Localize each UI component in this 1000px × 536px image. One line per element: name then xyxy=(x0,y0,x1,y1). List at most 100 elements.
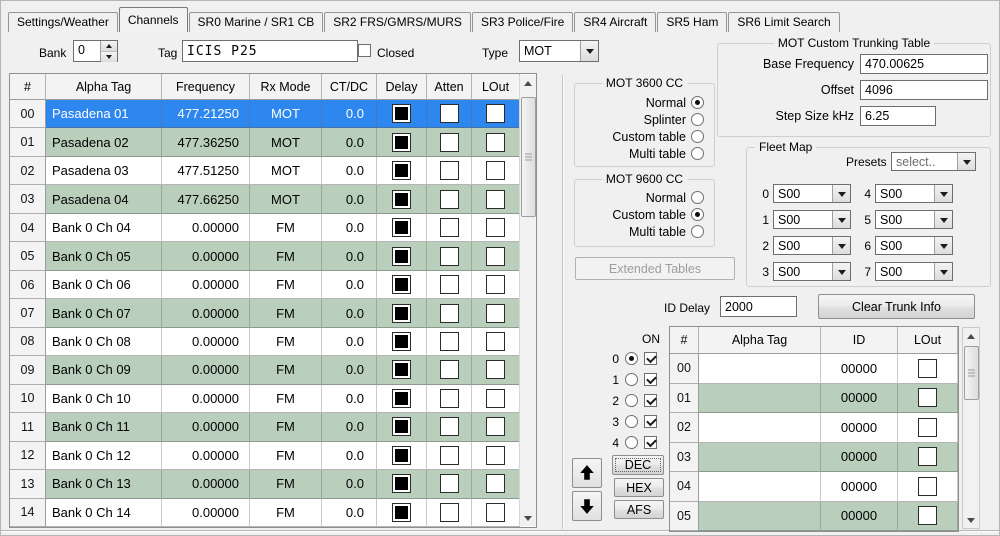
column-header-atten[interactable]: Atten xyxy=(427,74,472,100)
row-number-cell[interactable]: 05 xyxy=(10,242,46,271)
radio-splinter[interactable] xyxy=(691,113,704,126)
presets-dropdown-button[interactable] xyxy=(957,153,975,170)
id-alpha-tag-cell[interactable] xyxy=(699,472,821,502)
radio-normal[interactable] xyxy=(691,96,704,109)
id-row[interactable]: 02 00000 xyxy=(670,413,958,443)
tab-sr0-marine-sr1-cb[interactable]: SR0 Marine / SR1 CB xyxy=(188,12,324,32)
field-input-step-size-khz[interactable] xyxy=(860,106,936,126)
scrollbar-thumb[interactable] xyxy=(964,346,979,400)
radio-option-normal[interactable]: Normal xyxy=(575,94,714,111)
alpha-tag-cell[interactable]: Bank 0 Ch 13 xyxy=(46,470,162,499)
id-value-cell[interactable]: 00000 xyxy=(821,383,898,413)
alpha-tag-cell[interactable]: Bank 0 Ch 04 xyxy=(46,213,162,243)
ctdc-cell[interactable]: 0.0 xyxy=(322,128,377,157)
ctdc-cell[interactable]: 0.0 xyxy=(322,299,377,328)
alpha-tag-cell[interactable]: Bank 0 Ch 05 xyxy=(46,242,162,271)
row-number-cell[interactable]: 05 xyxy=(670,501,699,531)
id-alpha-tag-cell[interactable] xyxy=(699,442,821,472)
channel-row[interactable]: 09 Bank 0 Ch 09 0.00000 FM 0.0 xyxy=(10,356,536,385)
tab-channels[interactable]: Channels xyxy=(118,7,188,32)
fleet-slot-2-dropdown[interactable]: S00 xyxy=(773,236,851,255)
delay-checkbox[interactable] xyxy=(392,445,411,465)
row-number-cell[interactable]: 03 xyxy=(670,442,699,472)
frequency-cell[interactable]: 477.51250 xyxy=(162,156,250,186)
fleet-slot-4-dropdown[interactable]: S00 xyxy=(875,184,953,203)
lout-checkbox[interactable] xyxy=(486,246,505,266)
field-input-base-frequency[interactable] xyxy=(860,54,988,74)
atten-checkbox[interactable] xyxy=(439,189,459,209)
atten-checkbox[interactable] xyxy=(439,445,459,465)
delay-checkbox[interactable] xyxy=(392,132,411,152)
fleet-dropdown-button[interactable] xyxy=(934,211,952,228)
id-row[interactable]: 01 00000 xyxy=(670,383,958,413)
afs-button[interactable]: AFS xyxy=(614,500,664,519)
id-row[interactable]: 00 00000 xyxy=(670,354,958,384)
id-alpha-tag-cell[interactable] xyxy=(699,383,821,413)
lout-checkbox[interactable] xyxy=(486,502,505,522)
lout-checkbox[interactable] xyxy=(486,104,505,124)
frequency-cell[interactable]: 477.21250 xyxy=(162,100,250,129)
column-header-alpha-tag[interactable]: Alpha Tag xyxy=(46,74,162,100)
delay-checkbox[interactable] xyxy=(392,502,411,522)
rx-mode-cell[interactable]: MOT xyxy=(250,156,322,186)
alpha-tag-cell[interactable]: Bank 0 Ch 08 xyxy=(46,327,162,357)
channel-row[interactable]: 10 Bank 0 Ch 10 0.00000 FM 0.0 xyxy=(10,384,536,414)
column-header-delay[interactable]: Delay xyxy=(377,74,427,100)
lout-checkbox[interactable] xyxy=(486,132,505,152)
ctdc-cell[interactable]: 0.0 xyxy=(322,327,377,357)
channel-row[interactable]: 06 Bank 0 Ch 06 0.00000 FM 0.0 xyxy=(10,270,536,300)
bank-spinner[interactable]: 0 xyxy=(73,40,118,62)
rx-mode-cell[interactable]: FM xyxy=(250,327,322,357)
id-alpha-tag-cell[interactable] xyxy=(699,354,821,384)
id-lout-checkbox[interactable] xyxy=(918,358,937,378)
extended-tables-button[interactable]: Extended Tables xyxy=(575,257,735,280)
delay-checkbox[interactable] xyxy=(392,474,411,494)
rx-mode-cell[interactable]: FM xyxy=(250,384,322,414)
radio-option-splinter[interactable]: Splinter xyxy=(575,111,714,128)
alpha-tag-cell[interactable]: Bank 0 Ch 12 xyxy=(46,441,162,471)
radio-multi-table[interactable] xyxy=(691,147,704,160)
lout-checkbox[interactable] xyxy=(486,161,505,181)
fleet-slot-0-dropdown[interactable]: S00 xyxy=(773,184,851,203)
alpha-tag-cell[interactable]: Bank 0 Ch 06 xyxy=(46,270,162,300)
block-on-checkbox-2[interactable] xyxy=(644,394,657,407)
id-alpha-tag-cell[interactable] xyxy=(699,501,821,531)
id-column-header-id[interactable]: ID xyxy=(821,327,898,354)
ctdc-cell[interactable]: 0.0 xyxy=(322,470,377,499)
ctdc-cell[interactable]: 0.0 xyxy=(322,384,377,414)
block-on-checkbox-4[interactable] xyxy=(644,436,657,449)
tag-input[interactable] xyxy=(182,40,358,62)
row-number-cell[interactable]: 00 xyxy=(10,100,46,129)
frequency-cell[interactable]: 0.00000 xyxy=(162,356,250,385)
column-header-[interactable]: # xyxy=(10,74,46,100)
lout-checkbox[interactable] xyxy=(486,303,505,323)
frequency-cell[interactable]: 0.00000 xyxy=(162,213,250,243)
lout-checkbox[interactable] xyxy=(486,474,505,494)
id-value-cell[interactable]: 00000 xyxy=(821,501,898,531)
row-number-cell[interactable]: 03 xyxy=(10,185,46,214)
rx-mode-cell[interactable]: FM xyxy=(250,356,322,385)
lout-checkbox[interactable] xyxy=(486,360,505,380)
alpha-tag-cell[interactable]: Pasadena 01 xyxy=(46,100,162,129)
radio-option-custom-table[interactable]: Custom table xyxy=(575,128,714,145)
block-select-radio-2[interactable] xyxy=(625,394,638,407)
lout-checkbox[interactable] xyxy=(486,417,505,437)
scroll-down-button[interactable] xyxy=(963,512,979,528)
id-row[interactable]: 04 00000 xyxy=(670,472,958,502)
radio-custom-table[interactable] xyxy=(691,130,704,143)
frequency-cell[interactable]: 0.00000 xyxy=(162,441,250,471)
rx-mode-cell[interactable]: FM xyxy=(250,470,322,499)
id-lout-checkbox[interactable] xyxy=(918,447,937,467)
fleet-slot-1-dropdown[interactable]: S00 xyxy=(773,210,851,229)
id-delay-input[interactable] xyxy=(720,296,797,317)
id-column-header-lout[interactable]: LOut xyxy=(898,327,958,354)
row-number-cell[interactable]: 02 xyxy=(10,156,46,186)
ctdc-cell[interactable]: 0.0 xyxy=(322,270,377,300)
rx-mode-cell[interactable]: FM xyxy=(250,441,322,471)
type-dropdown-button[interactable] xyxy=(580,41,598,61)
frequency-cell[interactable]: 0.00000 xyxy=(162,299,250,328)
fleet-slot-3-dropdown[interactable]: S00 xyxy=(773,262,851,281)
atten-checkbox[interactable] xyxy=(439,303,459,323)
atten-checkbox[interactable] xyxy=(439,360,459,380)
delay-checkbox[interactable] xyxy=(392,246,411,266)
